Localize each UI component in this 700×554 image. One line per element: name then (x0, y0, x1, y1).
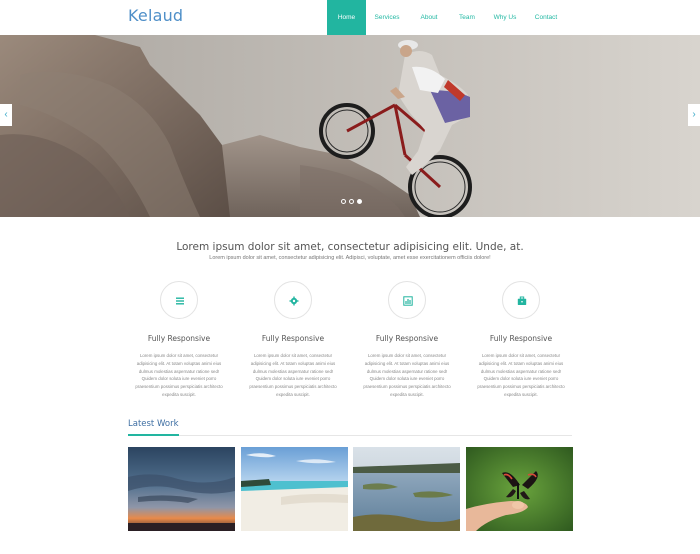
hero-image-mountain-biker (0, 35, 700, 217)
chevron-left-icon: ‹ (4, 109, 8, 120)
feature-title: Fully Responsive (261, 334, 325, 343)
river-landscape-image (353, 447, 460, 531)
slider-dots (341, 199, 362, 204)
list-icon (176, 297, 184, 305)
portfolio-thumb-beach[interactable] (241, 447, 348, 531)
site-logo[interactable]: Kelaud (128, 6, 183, 25)
feature-icon-circle (274, 281, 312, 319)
gear-icon (289, 296, 299, 306)
feature-icon-circle (388, 281, 426, 319)
briefcase-icon (517, 296, 527, 305)
feature-title: Fully Responsive (147, 334, 211, 343)
sunset-sky-image (128, 447, 235, 531)
feature-text: Lorem ipsum dolor sit amet, consectetur … (249, 353, 337, 397)
feature-icon-circle (160, 281, 198, 319)
nav-team[interactable]: Team (450, 0, 484, 35)
feature-text: Lorem ipsum dolor sit amet, consectetur … (477, 353, 565, 397)
portfolio-thumb-river[interactable] (353, 447, 460, 531)
intro-subtitle: Lorem ipsum dolor sit amet, consectetur … (209, 255, 491, 261)
feature-text: Lorem ipsum dolor sit amet, consectetur … (135, 353, 223, 397)
feature-card-3: Fully Responsive Lorem ipsum dolor sit a… (347, 281, 467, 399)
feature-title: Fully Responsive (489, 334, 553, 343)
slider-dot-1[interactable] (341, 199, 346, 204)
nav-contact[interactable]: Contact (526, 0, 566, 35)
section-accent-bar (128, 434, 179, 436)
nav-why-us[interactable]: Why Us (484, 0, 526, 35)
nav-about[interactable]: About (408, 0, 450, 35)
tropical-beach-image (241, 447, 348, 531)
intro-title: Lorem ipsum dolor sit amet, consectetur … (176, 241, 524, 253)
nav-home[interactable]: Home (327, 0, 366, 35)
feature-icon-circle (502, 281, 540, 319)
nav-services[interactable]: Services (366, 0, 408, 35)
hero-slider: ‹ › (0, 35, 700, 217)
feature-card-2: Fully Responsive Lorem ipsum dolor sit a… (233, 281, 353, 399)
portfolio-thumb-sunset[interactable] (128, 447, 235, 531)
slider-next-button[interactable]: › (688, 104, 700, 126)
portfolio-thumb-butterfly[interactable] (466, 447, 573, 531)
feature-card-1: Fully Responsive Lorem ipsum dolor sit a… (119, 281, 239, 399)
feature-title: Fully Responsive (375, 334, 439, 343)
latest-work-title: Latest Work (128, 419, 179, 429)
section-divider (128, 435, 572, 436)
feature-text: Lorem ipsum dolor sit amet, consectetur … (363, 353, 451, 397)
chevron-right-icon: › (692, 109, 696, 120)
butterfly-on-finger-image (466, 447, 573, 531)
slider-prev-button[interactable]: ‹ (0, 104, 12, 126)
feature-card-4: Fully Responsive Lorem ipsum dolor sit a… (461, 281, 581, 399)
bar-chart-icon (403, 296, 413, 306)
site-header: Kelaud Home Services About Team Why Us C… (0, 0, 700, 35)
main-nav: Home Services About Team Why Us Contact (327, 0, 566, 35)
slider-dot-2[interactable] (349, 199, 354, 204)
slider-dot-3[interactable] (357, 199, 362, 204)
